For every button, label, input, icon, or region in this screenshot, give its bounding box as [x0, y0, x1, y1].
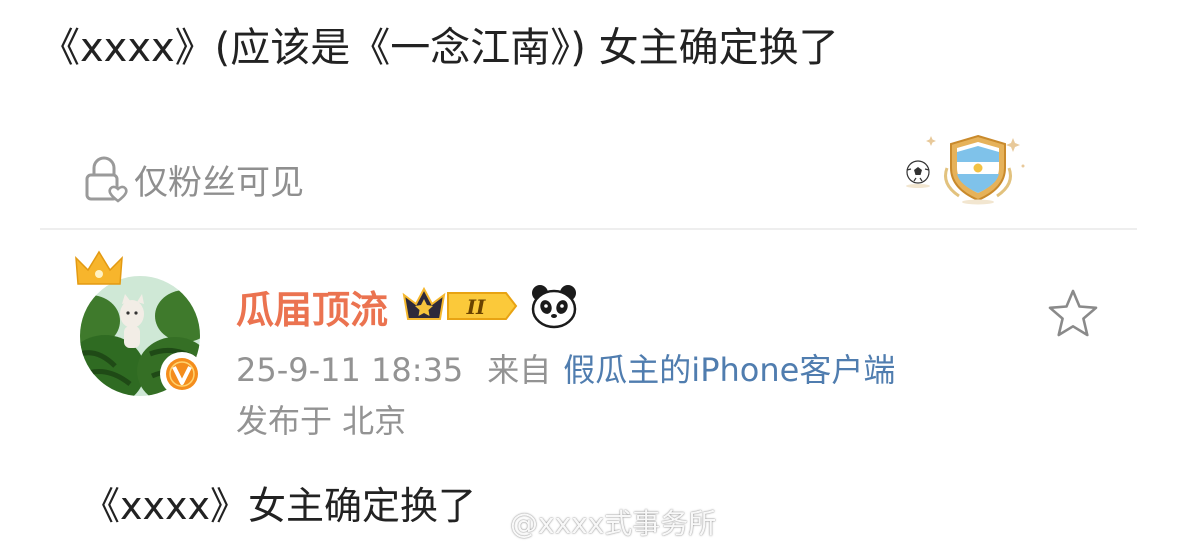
- post-text: 《xxxx》女主确定换了: [82, 484, 476, 528]
- page-title: 《xxxx》(应该是《一念江南》) 女主确定换了: [40, 25, 839, 71]
- post-meta: 25-9-11 18:35 来自 假瓜主的iPhone客户端: [236, 347, 895, 393]
- visibility-label: 仅粉丝可见: [134, 162, 304, 203]
- weibo-logo-icon: [472, 511, 505, 536]
- author-avatar-group[interactable]: [68, 250, 218, 400]
- post-source-link[interactable]: 假瓜主的iPhone客户端: [563, 351, 895, 389]
- post-location: 发布于 北京: [236, 402, 407, 440]
- lock-heart-icon: [85, 156, 128, 203]
- post-time: 25-9-11 18:35: [236, 351, 464, 389]
- watermark: @xxxx式事务所: [472, 502, 716, 542]
- divider: [40, 228, 1137, 230]
- watermark-text: @xxxx式事务所: [510, 507, 717, 540]
- orange-v-icon: [160, 352, 204, 396]
- argentina-shield-badge-icon: [906, 134, 1025, 205]
- level-label: II: [466, 295, 486, 319]
- visibility-indicator: 仅粉丝可见: [80, 152, 304, 206]
- crown-level-badge-icon[interactable]: II: [402, 285, 520, 327]
- author-name[interactable]: 瓜届顶流: [236, 279, 388, 334]
- from-label: 来自: [487, 351, 552, 389]
- author-row: 瓜届顶流 II: [236, 276, 578, 336]
- star-icon[interactable]: [1046, 288, 1100, 340]
- crown-icon: [75, 250, 123, 285]
- panda-icon: [531, 285, 577, 329]
